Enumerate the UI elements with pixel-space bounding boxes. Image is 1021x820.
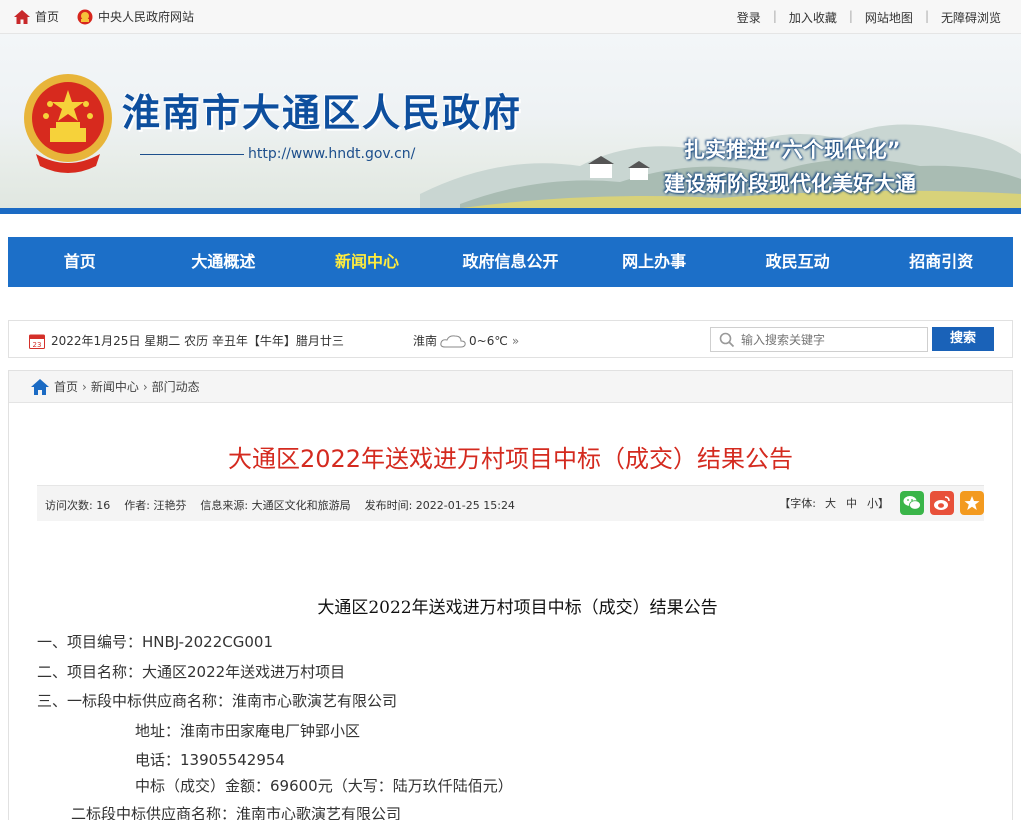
meta-tools: 【字体: 大 中 小】 [779,491,984,515]
breadcrumb-news[interactable]: 新闻中心 [91,378,139,395]
weather-temp: 0~6℃ [469,333,508,348]
nav-item-news[interactable]: 新闻中心 [295,237,439,287]
nav-item-home[interactable]: 首页 [8,237,152,287]
publish-time: 发布时间: 2022-01-25 15:24 [364,499,515,512]
content-line-7: 二标段中标供应商名称：淮南市心歌演艺有限公司 [71,805,402,820]
main-nav: 首页 大通概述 新闻中心 政府信息公开 网上办事 政民互动 招商引资 [8,237,1013,287]
info-bar: 23 2022年1月25日 星期二 农历 辛丑年【牛年】腊月廿三 淮南 0~6℃… [8,320,1013,358]
gov-site-label: 中央人民政府网站 [98,10,195,24]
article-title: 大通区2022年送戏进万村项目中标（成交）结果公告 [227,445,794,473]
site-title: 淮南市大通区人民政府 [122,90,523,135]
divider: | [848,9,853,23]
weibo-share-button[interactable] [930,491,954,515]
svg-text:23: 23 [33,341,42,349]
top-bar: 首页 中央人民政府网站 登录 | 加入收藏 | 网站地图 | 无障碍浏览 [0,0,1021,34]
search-button[interactable]: 搜索 [932,327,994,351]
search-icon [719,332,735,347]
chevron-right-icon: › [142,379,148,394]
slogan-line-2: 建设新阶段现代化美好大通 [664,172,916,196]
breadcrumb-dept[interactable]: 部门动态 [152,378,200,395]
top-home-label: 首页 [35,10,60,24]
login-link[interactable]: 登录 [737,9,761,26]
content-line-6: 中标（成交）金额：69600元（大写：陆万玖仟陆佰元） [135,777,513,795]
info-source: 信息来源: 大通区文化和旅游局 [200,499,351,512]
content-line-5: 电话：13905542954 [135,751,285,769]
article-body: 大通区2022年送戏进万村项目中标（成交）结果公告 [9,593,1012,618]
main-content: 首页 › 新闻中心 › 部门动态 大通区2022年送戏进万村项目中标（成交）结果… [8,370,1013,820]
national-emblem-icon [77,9,93,24]
breadcrumb-home[interactable]: 首页 [54,378,78,395]
content-line-2: 二、项目名称：大通区2022年送戏进万村项目 [37,663,346,681]
wechat-share-button[interactable] [900,491,924,515]
search-box [710,327,928,352]
home-icon [14,9,30,24]
date-display: 23 2022年1月25日 星期二 农历 辛丑年【牛年】腊月廿三 [29,332,344,349]
top-bar-left: 首页 中央人民政府网站 [14,8,212,25]
nav-item-overview[interactable]: 大通概述 [152,237,296,287]
slogan-line-1: 扎实推进“六个现代化” [684,138,901,162]
date-text: 2022年1月25日 星期二 农历 辛丑年【牛年】腊月廿三 [51,334,344,348]
divider: | [924,9,929,23]
article-meta: 访问次数: 16 作者: 汪艳芬 信息来源: 大通区文化和旅游局 发布时间: 2… [37,485,984,521]
content-line-4: 地址：淮南市田家庵电厂钟郢小区 [135,722,361,740]
site-url: http://www.hndt.gov.cn/ [248,146,416,162]
visit-count: 访问次数: 16 [45,499,111,512]
national-emblem-logo [24,74,112,173]
star-icon [964,496,980,510]
favorite-link[interactable]: 加入收藏 [789,9,837,26]
breadcrumb: 首页 › 新闻中心 › 部门动态 [9,371,1012,403]
sitemap-link[interactable]: 网站地图 [865,9,913,26]
url-underline [140,154,244,155]
font-size-small[interactable]: 小】 [867,495,889,511]
site-banner: 淮南市大通区人民政府 http://www.hndt.gov.cn/ 扎实推进“… [0,34,1021,214]
font-size-label: 【字体: [779,497,816,510]
banner-bottom-strip [0,208,1021,214]
accessible-link[interactable]: 无障碍浏览 [941,9,1001,26]
favorite-share-button[interactable] [960,491,984,515]
author: 作者: 汪艳芬 [124,499,187,512]
home-icon [31,378,49,395]
weather-city: 淮南 [413,334,438,348]
cloud-icon [440,334,466,347]
wechat-icon [903,496,921,510]
divider: | [772,9,777,23]
document-title: 大通区2022年送戏进万村项目中标（成交）结果公告 [317,598,718,618]
font-size-medium[interactable]: 中 [846,495,857,511]
top-bar-right: 登录 | 加入收藏 | 网站地图 | 无障碍浏览 [737,9,1001,26]
nav-item-online-services[interactable]: 网上办事 [582,237,726,287]
top-home-link[interactable]: 首页 [14,8,59,25]
meta-info: 访问次数: 16 作者: 汪艳芬 信息来源: 大通区文化和旅游局 发布时间: 2… [45,497,529,513]
chevron-right-icon[interactable]: » [512,334,519,348]
weibo-icon [934,496,950,510]
nav-item-info-disclosure[interactable]: 政府信息公开 [439,237,583,287]
content-line-3: 三、一标段中标供应商名称：淮南市心歌演艺有限公司 [37,692,398,710]
search-input[interactable] [741,332,921,347]
nav-item-investment[interactable]: 招商引资 [869,237,1013,287]
calendar-icon: 23 [29,334,45,349]
nav-item-interaction[interactable]: 政民互动 [726,237,870,287]
content-line-1: 一、项目编号：HNBJ-2022CG001 [37,633,273,651]
font-size-large[interactable]: 大 [825,495,836,511]
weather-display: 淮南 0~6℃ » [413,332,519,349]
gov-site-link[interactable]: 中央人民政府网站 [77,8,194,25]
chevron-right-icon: › [82,379,87,394]
